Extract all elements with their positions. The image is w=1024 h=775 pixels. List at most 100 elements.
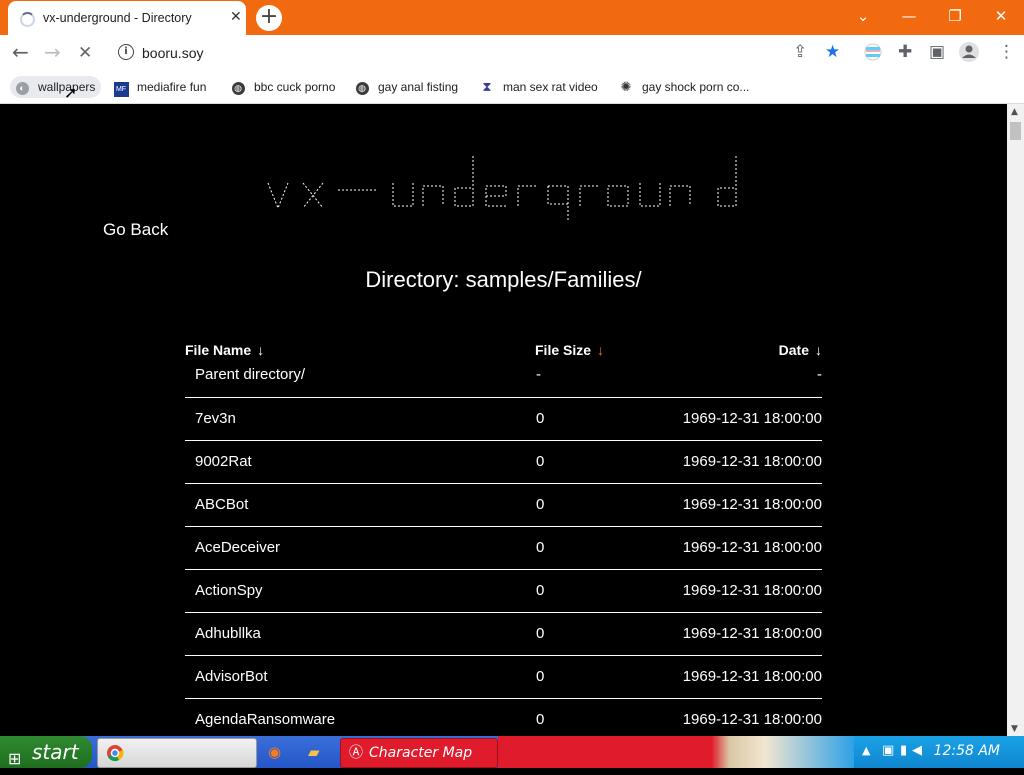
network-icon[interactable]: ▣ [882,743,894,758]
bookmarks-bar: ◐ wallpapers MF mediafire fun ◍ bbc cuck… [0,71,1024,104]
file-date: 1969-12-31 18:00:00 [682,711,822,728]
bookmark-star-icon[interactable]: ★ [825,43,840,61]
scrollbar-thumb[interactable] [1010,122,1021,140]
file-size: 0 [536,496,545,513]
minimize-button[interactable]: — [894,4,924,28]
new-tab-button[interactable]: + [256,5,282,31]
mouse-cursor-icon: ➚ [64,83,78,102]
file-name[interactable]: ABCBot [195,496,248,513]
start-label: start [32,740,79,764]
bookmark-label: bbc cuck porno [254,80,336,94]
back-arrow-icon[interactable]: ← [12,41,29,63]
character-map-task-button[interactable]: Ⓐ Character Map [340,738,498,768]
character-map-icon: Ⓐ [349,745,363,761]
system-tray: ▲ ▣ ▮ ◀ 12:58 AM [854,736,1024,768]
spider-icon: ✺ [620,79,632,94]
close-window-button[interactable]: ✕ [986,4,1016,28]
file-date: 1969-12-31 18:00:00 [682,453,822,470]
mediafire-icon: MF [113,79,129,97]
file-name[interactable]: 9002Rat [195,453,252,470]
scroll-up-icon[interactable]: ▲ [1011,107,1018,117]
directory-table: File Name ↓ File Size ↓ Date ↓ Parent direc… [185,338,822,736]
firefox-icon[interactable]: ◉ [268,743,281,761]
show-hidden-icons-icon[interactable]: ▲ [862,744,870,757]
table-header: File Name ↓ File Size ↓ Date ↓ [185,338,822,362]
table-row[interactable]: 7ev3n 0 1969-12-31 18:00:00 [185,398,822,441]
bookmark-bbc[interactable]: ◍ bbc cuck porno [230,76,335,98]
file-size: 0 [536,453,545,470]
volume-icon[interactable]: ◀ [912,743,922,758]
file-name[interactable]: AgendaRansomware [195,711,335,728]
table-row[interactable]: Adhubllka 0 1969-12-31 18:00:00 [185,613,822,656]
taskbar-wallpaper-strip [498,736,854,768]
file-size: 0 [536,625,545,642]
share-icon[interactable]: ⇪ [793,43,807,61]
vertical-scrollbar[interactable]: ▲ ▼ [1007,104,1024,736]
extensions-puzzle-icon[interactable]: ✚ [898,43,912,61]
tab-search-icon[interactable]: ⌄ [848,4,878,28]
chrome-task-button[interactable] [97,738,257,768]
bookmark-wallpapers[interactable]: ◐ wallpapers [10,76,102,98]
sort-arrow-icon: ↓ [257,342,265,358]
tab-directory[interactable]: vx-underground - Directory ✕ [8,1,246,35]
file-date: 1969-12-31 18:00:00 [682,668,822,685]
table-row[interactable]: 9002Rat 0 1969-12-31 18:00:00 [185,441,822,484]
table-row[interactable]: AgendaRansomware 0 1969-12-31 18:00:00 [185,699,822,736]
side-panel-icon[interactable]: ▣ [929,43,945,61]
bookmark-label: gay anal fisting [378,80,459,94]
sort-date[interactable]: Date ↓ [779,342,822,358]
battery-icon[interactable]: ▮ [900,743,907,758]
windows-logo-icon: ⊞ [8,749,22,768]
file-date: 1969-12-31 18:00:00 [682,539,822,556]
file-name[interactable]: Adhubllka [195,625,261,642]
stop-loading-icon[interactable]: ✕ [78,42,92,64]
clock[interactable]: 12:58 AM [934,743,1000,759]
file-name[interactable]: 7ev3n [195,410,236,427]
file-name[interactable]: Parent directory/ [195,366,305,383]
table-row[interactable]: ActionSpy 0 1969-12-31 18:00:00 [185,570,822,613]
tab-close-icon[interactable]: ✕ [230,9,242,25]
forward-arrow-icon[interactable]: → [44,41,61,63]
table-row[interactable]: AdvisorBot 0 1969-12-31 18:00:00 [185,656,822,699]
scroll-down-icon[interactable]: ▼ [1011,724,1018,734]
bookmark-rat-video[interactable]: ⧗ man sex rat video [479,76,598,98]
file-date: 1969-12-31 18:00:00 [682,582,822,599]
loading-spinner-icon [20,12,35,27]
site-info-icon[interactable]: i [118,44,134,60]
file-size: - [536,366,541,383]
restore-button[interactable]: ❐ [940,4,970,28]
file-name[interactable]: AdvisorBot [195,668,268,685]
profile-flag-icon[interactable] [864,43,882,65]
folder-icon[interactable]: ▰ [308,743,320,761]
url-text[interactable]: booru.soy [142,45,203,61]
address-bar[interactable]: i booru.soy [108,39,852,67]
file-name[interactable]: ActionSpy [195,582,263,599]
sort-arrow-icon: ↓ [815,342,822,358]
bookmark-shock[interactable]: ✺ gay shock porn co... [618,76,750,98]
sort-file-name[interactable]: File Name ↓ [185,342,264,358]
file-size: 0 [536,582,545,599]
go-back-link[interactable]: Go Back [103,220,168,240]
table-row[interactable]: AceDeceiver 0 1969-12-31 18:00:00 [185,527,822,570]
vx-underground-ascii-logo [267,156,737,220]
page-title: Directory: samples/Families/ [365,267,642,292]
start-button[interactable]: ⊞ start [0,736,92,768]
menu-kebab-icon[interactable]: ⋮ [998,43,1015,61]
sort-file-size[interactable]: File Size ↓ [535,342,604,358]
bookmark-gay-anal[interactable]: ◍ gay anal fisting [354,76,458,98]
bookmark-label: man sex rat video [503,80,598,94]
browser-toolbar: ← → ✕ i booru.soy ⇪ ★ ✚ ▣ ⋮ [0,35,1024,71]
file-size: 0 [536,668,545,685]
bookmark-mediafire-fun[interactable]: MF mediafire fun [113,76,206,98]
file-date: 1969-12-31 18:00:00 [682,625,822,642]
file-name[interactable]: AceDeceiver [195,539,280,556]
globe-icon: ◍ [230,79,246,95]
bookmark-label: gay shock porn co... [642,80,750,94]
table-row[interactable]: ABCBot 0 1969-12-31 18:00:00 [185,484,822,527]
table-row-parent[interactable]: Parent directory/ - - [185,362,822,398]
file-date: - [817,366,822,383]
tab-title: vx-underground - Directory [43,11,192,25]
avatar-icon[interactable] [958,41,980,67]
site-icon: ◐ [14,79,30,95]
sort-arrow-icon: ↓ [597,342,605,358]
